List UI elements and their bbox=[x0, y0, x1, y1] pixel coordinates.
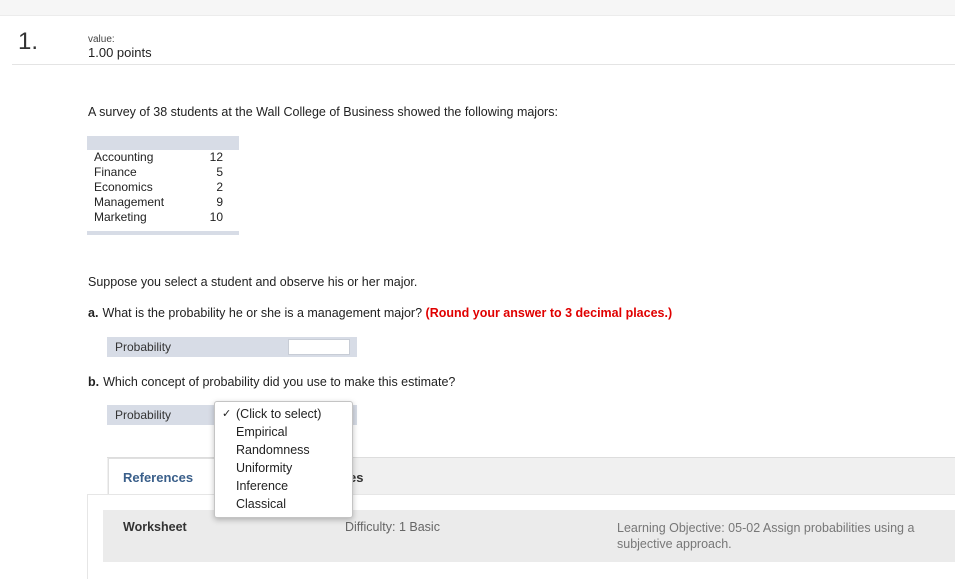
major-name: Finance bbox=[94, 165, 137, 179]
major-count: 9 bbox=[216, 195, 223, 209]
rounding-hint: (Round your answer to 3 decimal places.) bbox=[425, 306, 673, 320]
major-count: 5 bbox=[216, 165, 223, 179]
table-row: Economics 2 bbox=[87, 180, 239, 195]
dropdown-option-inference[interactable]: Inference bbox=[215, 477, 352, 495]
tab-references-label: References bbox=[123, 470, 194, 485]
table-row: Management 9 bbox=[87, 195, 239, 210]
probability-label: Probability bbox=[115, 340, 172, 354]
dropdown-option-click-to-select[interactable]: ✓ (Click to select) bbox=[215, 405, 352, 423]
dropdown-option-uniformity[interactable]: Uniformity bbox=[215, 459, 352, 477]
table-header-band bbox=[87, 136, 239, 150]
major-name: Marketing bbox=[94, 210, 147, 224]
major-name: Economics bbox=[94, 180, 153, 194]
difficulty-text: Difficulty: 1 Basic bbox=[345, 520, 440, 534]
worksheet-link[interactable]: Worksheet bbox=[123, 520, 187, 534]
header-divider bbox=[12, 64, 955, 65]
learning-objective-line1: Learning Objective: 05-02 Assign probabi… bbox=[617, 521, 915, 535]
table-row: Accounting 12 bbox=[87, 150, 239, 165]
concept-dropdown-menu[interactable]: ✓ (Click to select) Empirical Randomness… bbox=[214, 401, 353, 518]
part-b-label: b. bbox=[88, 375, 100, 389]
part-b-question: b. Which concept of probability did you u… bbox=[88, 375, 455, 389]
dropdown-option-randomness[interactable]: Randomness bbox=[215, 441, 352, 459]
table-footer-band bbox=[87, 231, 239, 235]
table-row: Finance 5 bbox=[87, 165, 239, 180]
tab-references[interactable]: References bbox=[108, 458, 218, 495]
check-icon: ✓ bbox=[222, 408, 232, 420]
major-name: Accounting bbox=[94, 150, 154, 164]
major-count: 10 bbox=[209, 210, 223, 224]
part-a-text: What is the probability he or she is a m… bbox=[102, 306, 423, 320]
major-count: 2 bbox=[216, 180, 223, 194]
learning-objective: Learning Objective: 05-02 Assign probabi… bbox=[617, 520, 955, 552]
question-intro: A survey of 38 students at the Wall Coll… bbox=[88, 105, 558, 119]
dropdown-option-classical[interactable]: Classical bbox=[215, 495, 352, 513]
part-b-text: Which concept of probability did you use… bbox=[103, 375, 456, 389]
dropdown-option-empirical[interactable]: Empirical bbox=[215, 423, 352, 441]
question-number: 1. bbox=[18, 28, 39, 55]
suppose-text: Suppose you select a student and observe… bbox=[88, 275, 418, 289]
learning-objective-line2: subjective approach. bbox=[617, 537, 732, 551]
value-label: value: bbox=[88, 34, 115, 45]
top-strip bbox=[0, 0, 955, 16]
value-points: 1.00 points bbox=[88, 45, 152, 60]
major-count: 12 bbox=[209, 150, 223, 164]
part-a-answer-row: Probability bbox=[107, 337, 357, 357]
part-a-question: a. What is the probability he or she is a… bbox=[88, 306, 672, 320]
probability-label: Probability bbox=[115, 408, 172, 422]
probability-input[interactable] bbox=[288, 339, 350, 355]
part-a-label: a. bbox=[88, 306, 99, 320]
option-label: (Click to select) bbox=[236, 407, 322, 421]
majors-table: Accounting 12 Finance 5 Economics 2 Mana… bbox=[87, 136, 239, 235]
major-name: Management bbox=[94, 195, 165, 209]
table-row: Marketing 10 bbox=[87, 210, 239, 225]
